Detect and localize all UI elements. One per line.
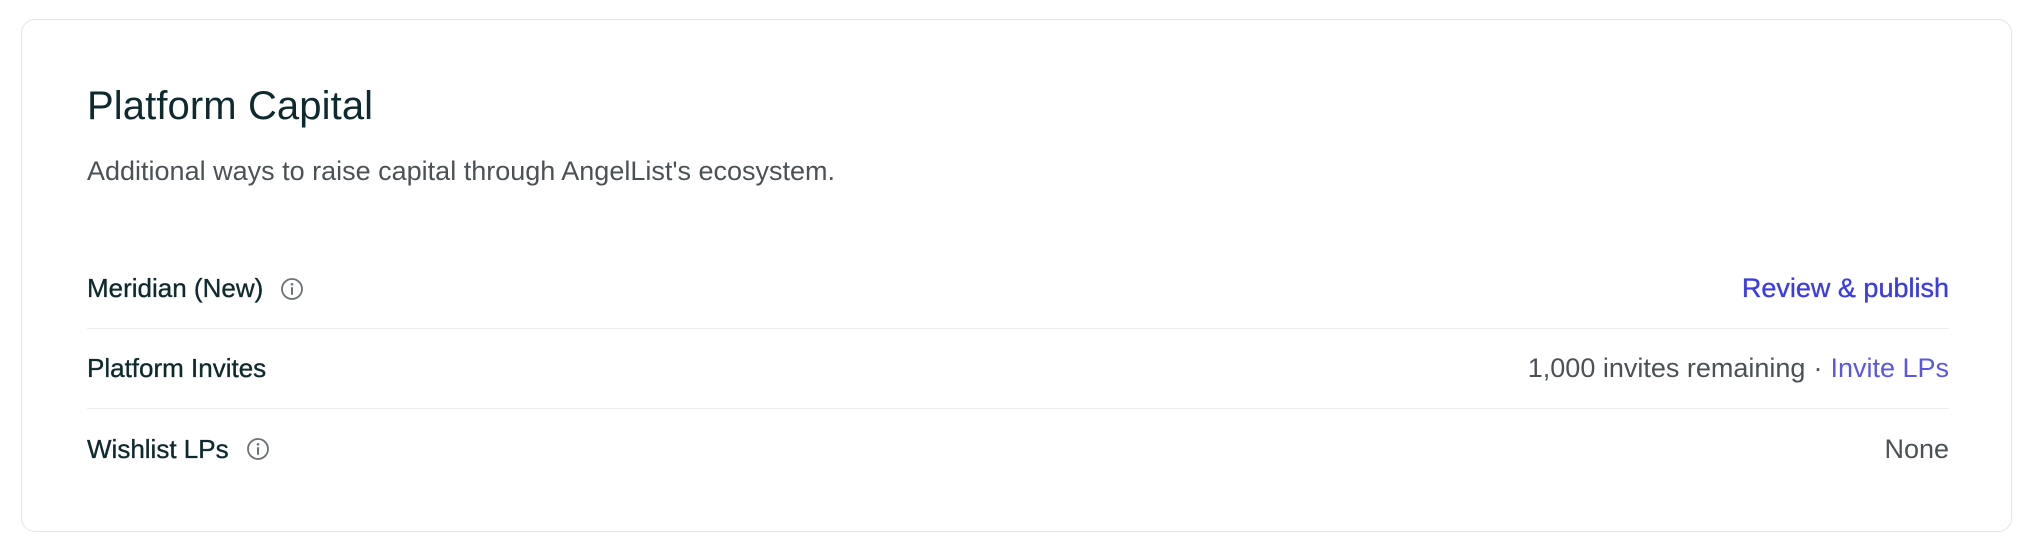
wishlist-status-text: None: [1884, 433, 1949, 464]
row-wishlist-lps: Wishlist LPs None: [87, 409, 1949, 489]
row-platform-invites-right: 1,000 invites remaining · Invite LPs: [1528, 353, 1949, 384]
row-wishlist-lps-right: None: [1884, 434, 1949, 465]
row-wishlist-lps-left: Wishlist LPs: [87, 433, 271, 465]
review-publish-link[interactable]: Review & publish: [1742, 273, 1949, 304]
row-platform-invites-left: Platform Invites: [87, 353, 267, 384]
row-meridian-label: Meridian (New): [87, 273, 264, 303]
info-icon[interactable]: [279, 276, 305, 302]
platform-capital-card: Platform Capital Additional ways to rais…: [21, 19, 2012, 532]
invite-lps-link[interactable]: Invite LPs: [1830, 353, 1949, 384]
row-meridian-right: Review & publish: [1742, 273, 1949, 304]
info-icon[interactable]: [245, 436, 271, 462]
card-title: Platform Capital: [87, 84, 374, 128]
dot-separator: ·: [1813, 353, 1823, 383]
row-platform-invites: Platform Invites 1,000 invites remaining…: [87, 329, 1949, 409]
row-meridian: Meridian (New) Review & publish: [87, 249, 1949, 329]
capital-options-list: Meridian (New) Review & publish Platform…: [87, 249, 1949, 489]
row-platform-invites-label: Platform Invites: [87, 353, 267, 383]
row-meridian-left: Meridian (New): [87, 273, 305, 304]
card-subtitle: Additional ways to raise capital through…: [87, 156, 836, 186]
invites-remaining-text: 1,000 invites remaining: [1527, 353, 1806, 383]
row-wishlist-lps-label: Wishlist LPs: [87, 433, 229, 464]
